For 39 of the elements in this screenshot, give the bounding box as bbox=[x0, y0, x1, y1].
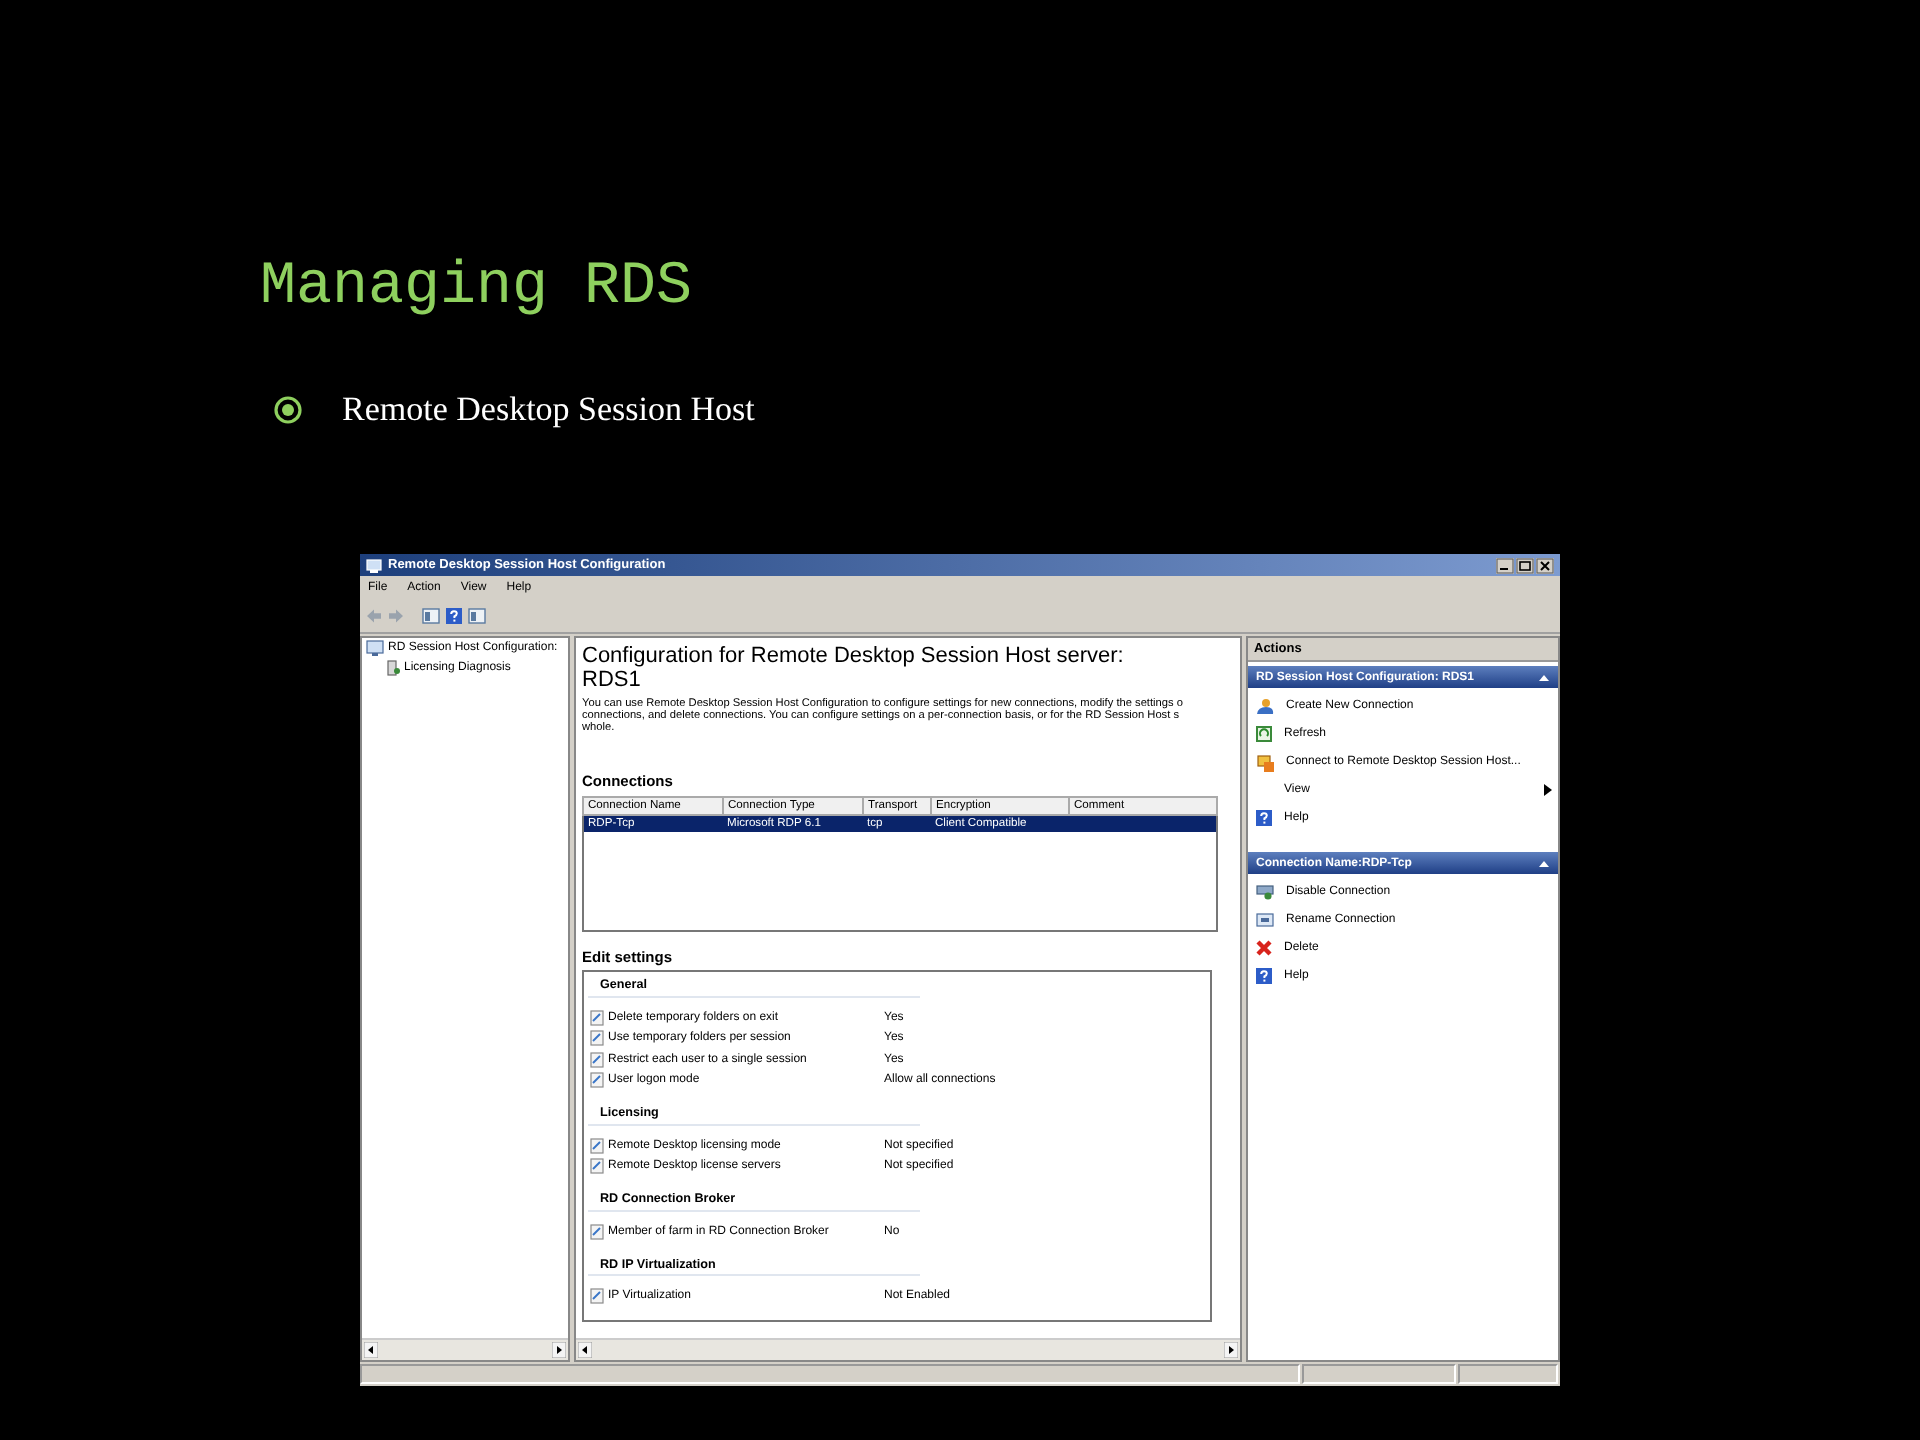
settings-page-icon bbox=[590, 1009, 604, 1026]
bullet-text: Remote Desktop Session Host bbox=[342, 390, 755, 430]
scrollbar[interactable] bbox=[576, 1338, 1240, 1360]
scrollbar[interactable] bbox=[362, 1338, 568, 1360]
settings-page-icon bbox=[590, 1051, 604, 1068]
delete-icon bbox=[1256, 940, 1272, 956]
help-icon bbox=[446, 608, 462, 624]
scroll-left-icon[interactable] bbox=[578, 1342, 592, 1358]
help-icon bbox=[1256, 968, 1272, 984]
settings-page-icon bbox=[590, 1137, 604, 1154]
settings-page-icon bbox=[590, 1072, 604, 1089]
scroll-right-icon[interactable] bbox=[552, 1342, 566, 1358]
scroll-left-icon[interactable] bbox=[364, 1342, 378, 1358]
close-icon[interactable] bbox=[1536, 557, 1554, 573]
pane-icon[interactable] bbox=[468, 608, 486, 624]
pane-icon[interactable] bbox=[422, 608, 440, 624]
network-icon bbox=[1256, 884, 1274, 900]
user-icon bbox=[1256, 698, 1274, 714]
page-heading: Configuration for Remote Desktop Session Host server: bbox=[582, 644, 1126, 668]
rename-icon bbox=[1256, 912, 1274, 928]
server-icon bbox=[386, 660, 400, 676]
app-icon bbox=[366, 557, 382, 573]
settings-page-icon bbox=[590, 1030, 604, 1047]
slide-title: Managing RDS bbox=[260, 252, 695, 324]
maximize-icon[interactable] bbox=[1516, 557, 1534, 573]
settings-page-icon bbox=[590, 1223, 604, 1240]
scroll-right-icon[interactable] bbox=[1224, 1342, 1238, 1358]
settings-page-icon bbox=[590, 1288, 604, 1305]
console-icon bbox=[366, 640, 384, 656]
submenu-arrow-icon[interactable] bbox=[1544, 784, 1552, 796]
minimize-icon[interactable] bbox=[1496, 557, 1514, 573]
computer-icon bbox=[1256, 753, 1274, 771]
collapse-icon[interactable] bbox=[1538, 859, 1550, 867]
settings-page-icon bbox=[590, 1158, 604, 1175]
refresh-icon bbox=[1256, 726, 1272, 742]
bullet-icon bbox=[274, 396, 302, 424]
server-name: RDS1 bbox=[582, 668, 643, 692]
collapse-icon[interactable] bbox=[1538, 673, 1550, 681]
help-icon bbox=[1256, 810, 1272, 826]
